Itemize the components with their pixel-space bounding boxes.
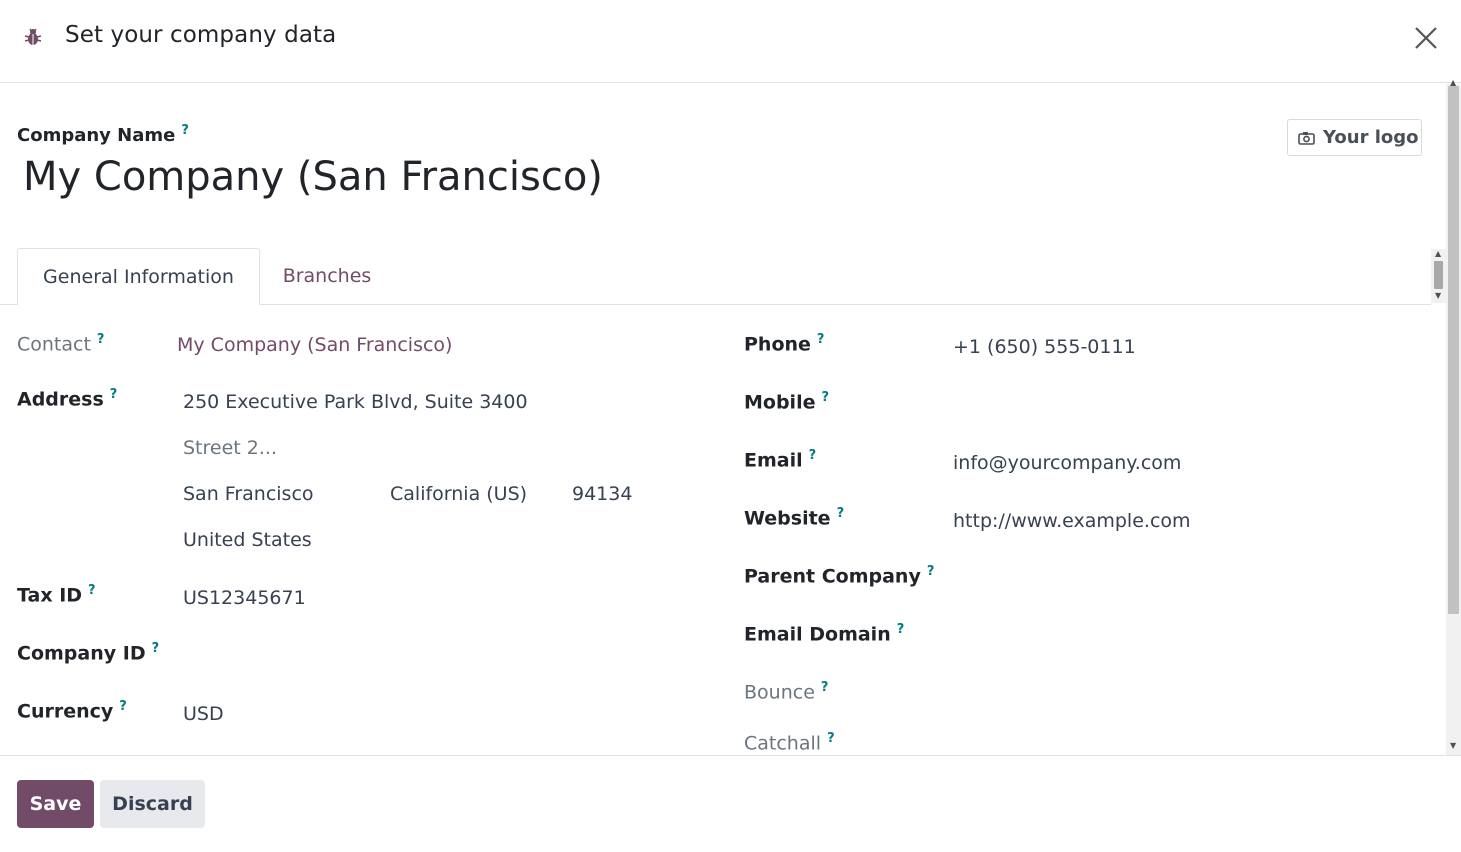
scroll-down-icon[interactable]: ▼ — [1450, 741, 1456, 750]
tax-id-label: Tax ID? — [17, 583, 96, 607]
country-select[interactable]: United States — [183, 529, 312, 551]
website-label: Website? — [744, 506, 845, 530]
parent-company-label: Parent Company? — [744, 564, 935, 588]
phone-input[interactable]: +1 (650) 555-0111 — [953, 336, 1136, 358]
tab-branches[interactable]: Branches — [260, 248, 394, 304]
dialog-footer — [0, 755, 1461, 852]
help-icon[interactable]: ? — [897, 622, 905, 637]
email-input[interactable]: info@yourcompany.com — [953, 452, 1181, 474]
help-icon[interactable]: ? — [152, 641, 160, 656]
help-icon[interactable]: ? — [827, 731, 835, 746]
contact-label: Contact? — [17, 332, 105, 356]
help-icon[interactable]: ? — [817, 332, 825, 347]
contact-link[interactable]: My Company (San Francisco) — [177, 334, 452, 356]
dialog-title: Set your company data — [65, 22, 337, 48]
company-id-label: Company ID? — [17, 641, 160, 665]
dialog-header: Set your company data — [0, 0, 1461, 83]
bounce-label: Bounce? — [744, 680, 829, 704]
bug-icon — [24, 28, 42, 45]
help-icon[interactable]: ? — [88, 583, 96, 598]
scroll-up-icon[interactable]: ▲ — [1435, 249, 1441, 258]
scrollbar-thumb[interactable] — [1434, 261, 1443, 289]
logo-upload-button[interactable]: Your logo — [1287, 119, 1422, 156]
city-input[interactable]: San Francisco — [183, 483, 314, 505]
close-icon[interactable] — [1410, 22, 1442, 54]
help-icon[interactable]: ? — [181, 123, 189, 138]
help-icon[interactable]: ? — [110, 387, 118, 402]
camera-icon — [1298, 131, 1315, 145]
currency-select[interactable]: USD — [183, 703, 224, 725]
state-select[interactable]: California (US) — [390, 483, 527, 505]
zip-input[interactable]: 94134 — [572, 483, 632, 505]
mobile-label: Mobile? — [744, 390, 830, 414]
scrollbar-thumb[interactable] — [1448, 86, 1459, 614]
website-input[interactable]: http://www.example.com — [953, 510, 1191, 532]
help-icon[interactable]: ? — [927, 564, 935, 579]
tabs-scrollbar[interactable]: ▲ ▼ — [1431, 249, 1446, 303]
tab-general-information[interactable]: General Information — [17, 248, 260, 305]
tax-id-input[interactable]: US12345671 — [183, 587, 306, 609]
logo-button-label: Your logo — [1323, 127, 1419, 148]
address-label: Address? — [17, 387, 118, 411]
street2-input[interactable]: Street 2... — [183, 437, 277, 459]
help-icon[interactable]: ? — [119, 699, 127, 714]
street-input[interactable]: 250 Executive Park Blvd, Suite 3400 — [183, 391, 528, 413]
dialog-scrollbar[interactable]: ▲ ▼ — [1446, 78, 1461, 755]
catchall-label: Catchall? — [744, 731, 835, 755]
help-icon[interactable]: ? — [809, 448, 817, 463]
company-name-input[interactable]: My Company (San Francisco) — [23, 154, 603, 200]
phone-label: Phone? — [744, 332, 825, 356]
help-icon[interactable]: ? — [837, 506, 845, 521]
discard-button[interactable]: Discard — [100, 780, 205, 828]
email-label: Email? — [744, 448, 817, 472]
company-name-label: Company Name? — [17, 123, 189, 146]
help-icon[interactable]: ? — [821, 390, 829, 405]
currency-label: Currency? — [17, 699, 127, 723]
help-icon[interactable]: ? — [821, 680, 829, 695]
scroll-down-icon[interactable]: ▼ — [1435, 291, 1441, 300]
save-button[interactable]: Save — [17, 780, 94, 828]
help-icon[interactable]: ? — [97, 332, 105, 347]
email-domain-label: Email Domain? — [744, 622, 905, 646]
